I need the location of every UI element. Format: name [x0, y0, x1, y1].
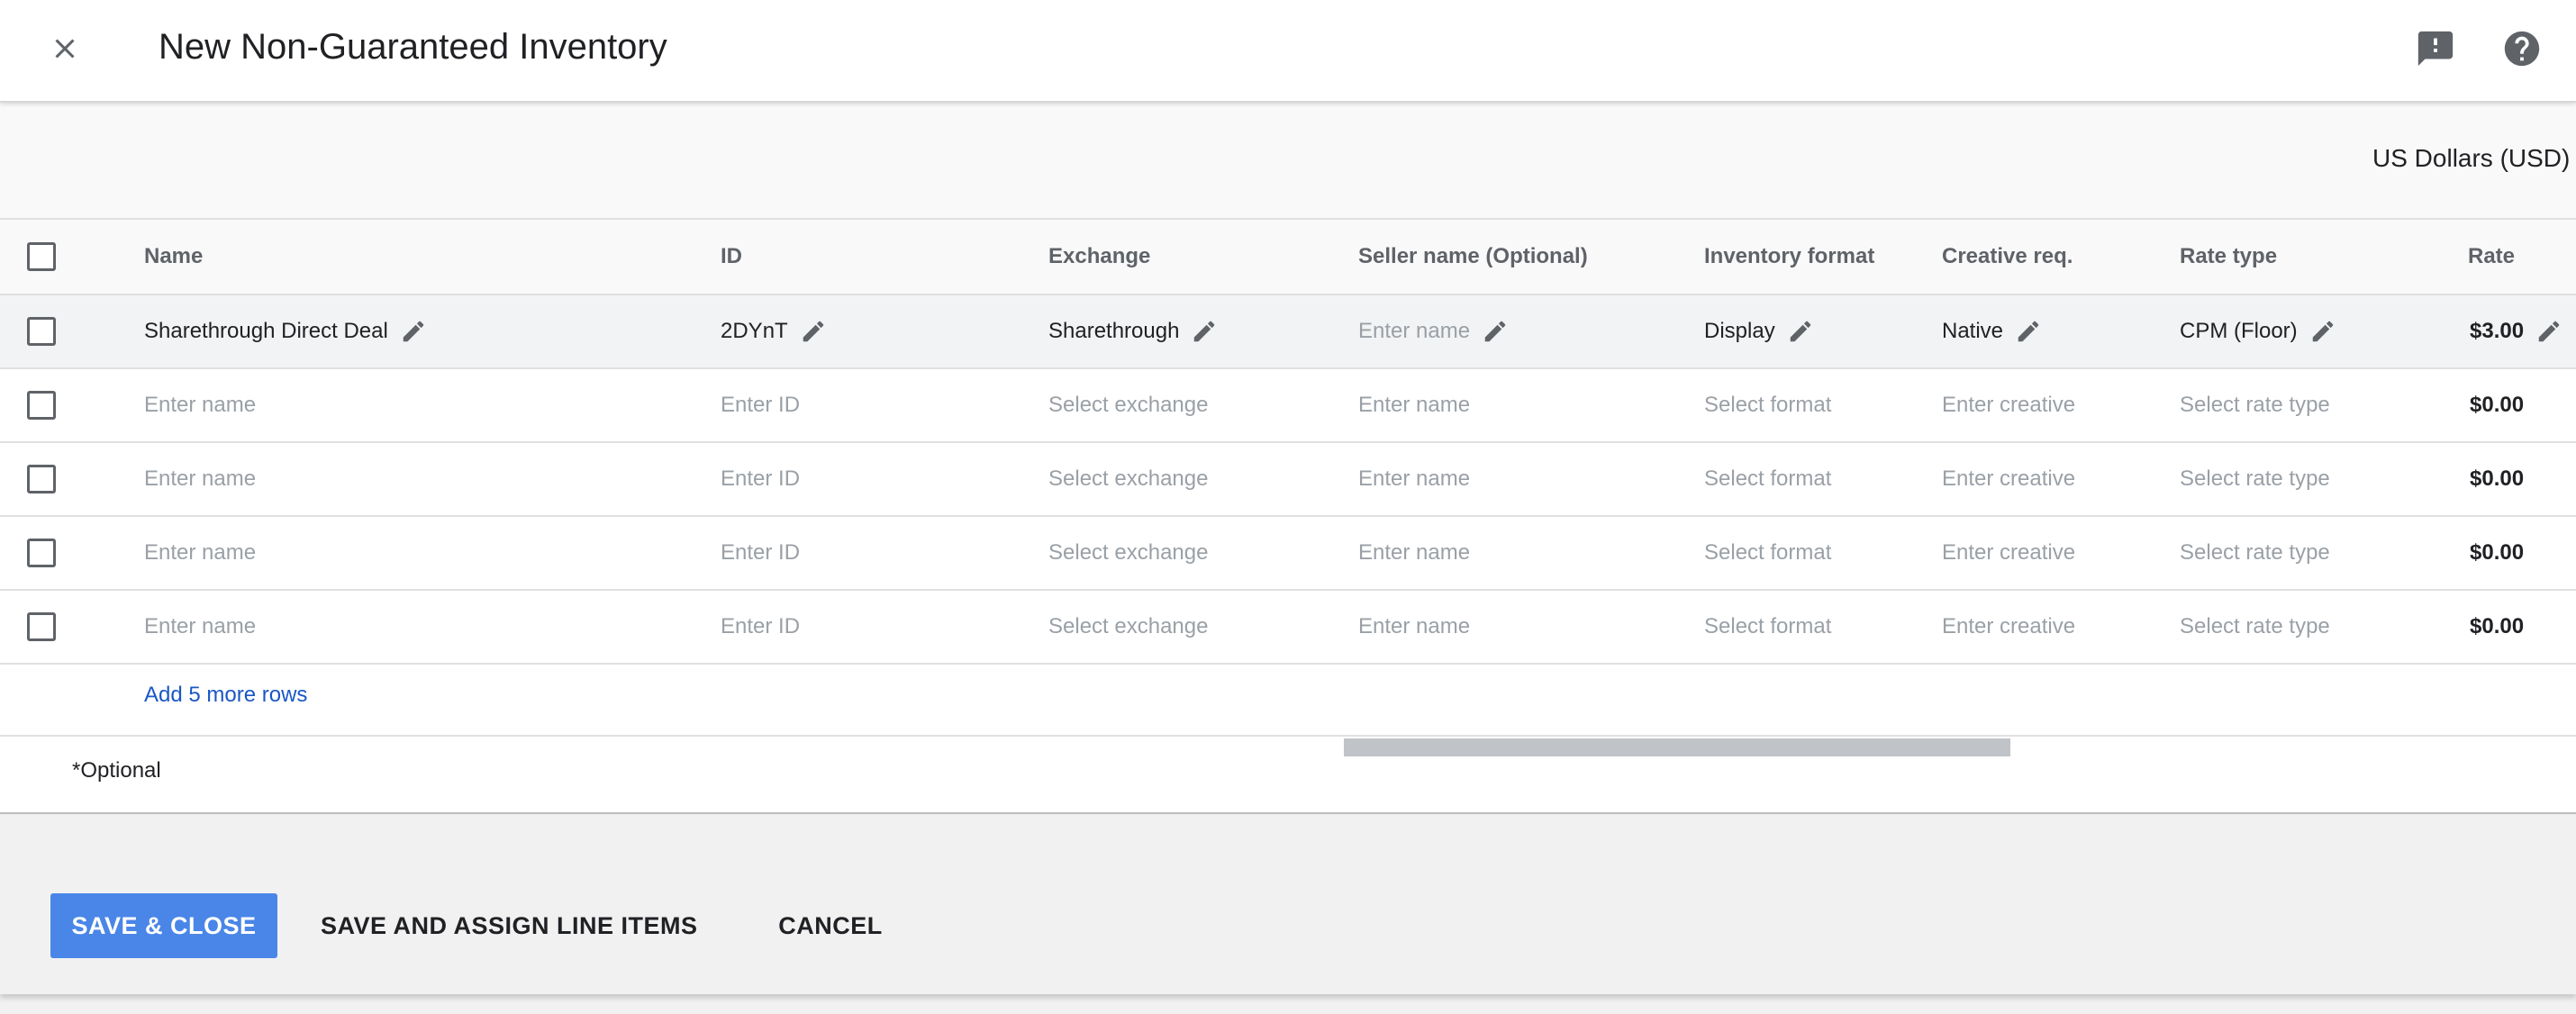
format-value: Display	[1704, 319, 1775, 343]
exchange-cell[interactable]: Sharethrough	[1048, 295, 1219, 367]
exchange-select[interactable]: Select exchange	[1048, 443, 1208, 515]
close-button[interactable]	[36, 20, 94, 77]
name-input[interactable]: Enter name	[144, 517, 256, 589]
column-header-id[interactable]: ID	[721, 220, 742, 294]
exchange-select[interactable]: Select exchange	[1048, 517, 1208, 589]
creative-input[interactable]: Enter creative	[1942, 517, 2075, 589]
table-row: Enter name Enter ID Select exchange Ente…	[0, 369, 2576, 443]
pencil-icon[interactable]	[1786, 317, 1815, 346]
column-header-name[interactable]: Name	[144, 220, 203, 294]
currency-select[interactable]: US Dollars (USD)	[2372, 144, 2576, 173]
pencil-icon[interactable]	[799, 317, 828, 346]
table-divider	[0, 735, 2576, 737]
horizontal-scrollbar[interactable]	[1344, 738, 2010, 756]
creative-value: Native	[1942, 319, 2004, 343]
row-checkbox[interactable]	[27, 539, 56, 567]
currency-label: US Dollars (USD)	[2372, 144, 2571, 172]
id-input[interactable]: Enter ID	[721, 591, 800, 663]
creative-cell[interactable]: Native	[1942, 295, 2043, 367]
format-select[interactable]: Select format	[1704, 369, 1831, 441]
add-rows-link[interactable]: Add 5 more rows	[144, 683, 307, 708]
column-header-exchange[interactable]: Exchange	[1048, 220, 1150, 294]
seller-placeholder: Enter name	[1358, 319, 1471, 343]
dialog-header: New Non-Guaranteed Inventory	[0, 0, 2576, 103]
row-checkbox[interactable]	[27, 391, 56, 420]
creative-input[interactable]: Enter creative	[1942, 591, 2075, 663]
pencil-icon[interactable]	[2308, 317, 2337, 346]
pencil-icon[interactable]	[399, 317, 428, 346]
seller-cell[interactable]: Enter name	[1358, 295, 1510, 367]
rate-type-select[interactable]: Select rate type	[2180, 591, 2330, 663]
column-header-creative[interactable]: Creative req.	[1942, 220, 2073, 294]
name-input[interactable]: Enter name	[144, 591, 256, 663]
rate-value: $3.00	[2470, 319, 2525, 343]
optional-note: *Optional	[72, 758, 161, 783]
id-cell[interactable]: 2DYnT	[721, 295, 828, 367]
table-row: Sharethrough Direct Deal 2DYnT Sharethro…	[0, 295, 2576, 369]
feedback-icon	[2417, 31, 2454, 67]
row-checkbox[interactable]	[27, 612, 56, 641]
seller-input[interactable]: Enter name	[1358, 517, 1470, 589]
rate-type-value: CPM (Floor)	[2180, 319, 2298, 343]
format-select[interactable]: Select format	[1704, 517, 1831, 589]
id-value: 2DYnT	[721, 319, 788, 343]
seller-input[interactable]: Enter name	[1358, 591, 1470, 663]
creative-input[interactable]: Enter creative	[1942, 443, 2075, 515]
exchange-select[interactable]: Select exchange	[1048, 369, 1208, 441]
pencil-icon[interactable]	[2535, 317, 2563, 346]
rate-input[interactable]: $0.00	[2470, 369, 2524, 441]
select-all-checkbox[interactable]	[27, 242, 56, 271]
exchange-value: Sharethrough	[1048, 319, 1180, 343]
format-select[interactable]: Select format	[1704, 443, 1831, 515]
rate-cell[interactable]: $3.00	[2470, 295, 2563, 367]
table-row: Enter name Enter ID Select exchange Ente…	[0, 443, 2576, 517]
page-title: New Non-Guaranteed Inventory	[159, 27, 667, 67]
format-cell[interactable]: Display	[1704, 295, 1815, 367]
feedback-button[interactable]	[2407, 20, 2464, 77]
rate-type-select[interactable]: Select rate type	[2180, 517, 2330, 589]
format-select[interactable]: Select format	[1704, 591, 1831, 663]
name-value: Sharethrough Direct Deal	[144, 319, 388, 343]
table-toolbar: US Dollars (USD)	[0, 103, 2576, 218]
rate-type-select[interactable]: Select rate type	[2180, 443, 2330, 515]
name-input[interactable]: Enter name	[144, 443, 256, 515]
cancel-button[interactable]: CANCEL	[767, 893, 893, 958]
row-checkbox[interactable]	[27, 465, 56, 493]
rate-input[interactable]: $0.00	[2470, 443, 2524, 515]
column-header-rate-type[interactable]: Rate type	[2180, 220, 2277, 294]
exchange-select[interactable]: Select exchange	[1048, 591, 1208, 663]
rate-input[interactable]: $0.00	[2470, 591, 2524, 663]
table-header-row: Name ID Exchange Seller name (Optional) …	[0, 220, 2576, 295]
name-cell[interactable]: Sharethrough Direct Deal	[144, 295, 428, 367]
close-icon	[55, 39, 75, 59]
help-icon	[2504, 31, 2540, 67]
id-input[interactable]: Enter ID	[721, 517, 800, 589]
row-checkbox[interactable]	[27, 317, 56, 346]
table-row: Enter name Enter ID Select exchange Ente…	[0, 517, 2576, 591]
save-assign-button[interactable]: SAVE AND ASSIGN LINE ITEMS	[306, 893, 703, 958]
inventory-dialog: New Non-Guaranteed Inventory US Dollars …	[0, 0, 2576, 994]
seller-input[interactable]: Enter name	[1358, 369, 1470, 441]
inventory-table: Name ID Exchange Seller name (Optional) …	[0, 218, 2576, 814]
name-input[interactable]: Enter name	[144, 369, 256, 441]
creative-input[interactable]: Enter creative	[1942, 369, 2075, 441]
pencil-icon[interactable]	[1190, 317, 1219, 346]
rate-type-cell[interactable]: CPM (Floor)	[2180, 295, 2337, 367]
column-header-format[interactable]: Inventory format	[1704, 220, 1874, 294]
pencil-icon[interactable]	[2014, 317, 2043, 346]
id-input[interactable]: Enter ID	[721, 443, 800, 515]
save-close-button[interactable]: SAVE & CLOSE	[50, 893, 277, 958]
dialog-footer: SAVE & CLOSE SAVE AND ASSIGN LINE ITEMS …	[0, 814, 2576, 994]
column-header-seller[interactable]: Seller name (Optional)	[1358, 220, 1588, 294]
pencil-icon[interactable]	[1481, 317, 1510, 346]
rate-input[interactable]: $0.00	[2470, 517, 2524, 589]
id-input[interactable]: Enter ID	[721, 369, 800, 441]
rate-type-select[interactable]: Select rate type	[2180, 369, 2330, 441]
column-header-rate[interactable]: Rate	[2468, 220, 2515, 294]
seller-input[interactable]: Enter name	[1358, 443, 1470, 515]
help-button[interactable]	[2493, 20, 2551, 77]
table-row: Enter name Enter ID Select exchange Ente…	[0, 591, 2576, 665]
